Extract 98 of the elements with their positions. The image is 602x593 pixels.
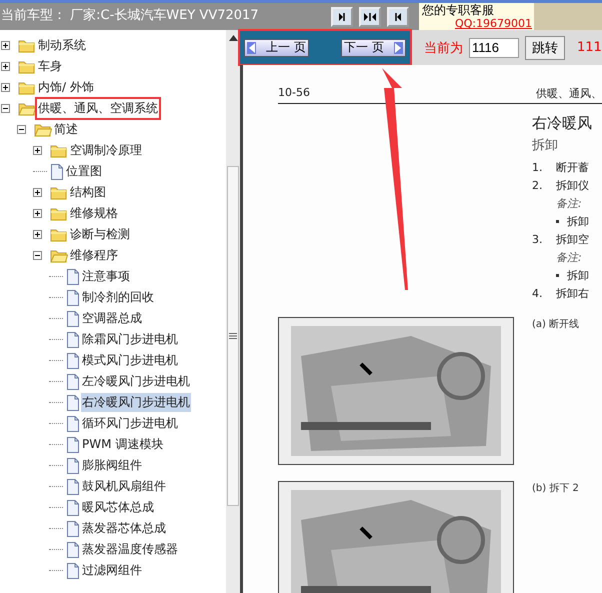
- tree-item[interactable]: 车身: [37, 57, 63, 76]
- page-subheading: 拆卸: [532, 137, 559, 154]
- figure-caption: (a) 断开线: [532, 318, 580, 331]
- tree-item[interactable]: PWM 调速模块: [81, 435, 164, 454]
- tree-item[interactable]: 循环风门步进电机: [81, 414, 179, 433]
- tree-item[interactable]: 模式风门步进电机: [81, 351, 179, 370]
- tree-item[interactable]: 空调制冷原理: [69, 141, 143, 160]
- folder-icon: [50, 185, 68, 200]
- folder-icon: [18, 80, 36, 95]
- tree-item[interactable]: 诊断与检测: [69, 225, 131, 244]
- step-number: 1.: [532, 161, 544, 174]
- service-label: 您的专职客服: [422, 3, 495, 17]
- note-label: 备注:: [555, 196, 582, 211]
- step-number: 4.: [532, 287, 544, 300]
- document-icon: [66, 458, 80, 474]
- document-icon: [66, 500, 80, 516]
- folder-icon: [18, 38, 36, 53]
- tree-item[interactable]: 简述: [53, 120, 79, 139]
- arrow-bar-right-icon[interactable]: [331, 6, 353, 26]
- expand-icon[interactable]: [33, 209, 42, 218]
- scrollbar-thumb[interactable]: [227, 166, 239, 506]
- car-model-title: 当前车型： 厂家:C-长城汽车WEY VV72017: [0, 7, 260, 25]
- tree-item[interactable]: 右冷暖风门步进电机: [81, 393, 191, 412]
- tree-item[interactable]: 鼓风机风扇组件: [81, 477, 167, 496]
- step-text: 拆卸空: [556, 232, 589, 247]
- document-icon: [66, 562, 80, 578]
- expand-icon[interactable]: [1, 83, 10, 92]
- go-button[interactable]: 跳转: [525, 36, 565, 60]
- tree-item[interactable]: 制冷剂的回收: [81, 288, 155, 307]
- tree-item[interactable]: 维修程序: [69, 246, 119, 265]
- expand-icon[interactable]: [33, 188, 42, 197]
- tree-item[interactable]: 内饰/ 外饰: [37, 78, 95, 97]
- document-icon: [50, 164, 64, 180]
- open-folder-icon: [18, 101, 36, 116]
- document-icon: [66, 374, 80, 390]
- document-icon: [66, 352, 80, 368]
- right-arrow-icon: [394, 42, 403, 54]
- tree-item[interactable]: 过滤网组件: [81, 561, 143, 580]
- document-icon: [66, 478, 80, 494]
- document-icon: [66, 268, 80, 284]
- note-label: 备注:: [555, 250, 582, 265]
- expand-icon[interactable]: [1, 62, 10, 71]
- bullet-text: 拆卸: [567, 268, 589, 283]
- bullet-icon: [556, 220, 559, 223]
- expand-icon[interactable]: [1, 41, 10, 50]
- tree-item[interactable]: 空调器总成: [81, 309, 143, 328]
- section-title: 供暖、通风、: [536, 86, 602, 101]
- tree-item[interactable]: 左冷暖风门步进电机: [81, 372, 191, 391]
- bullet-text: 拆卸: [567, 214, 589, 229]
- scrollbar[interactable]: [226, 30, 240, 593]
- step-text: 拆卸右: [556, 286, 589, 301]
- arrow-bar-left-icon[interactable]: [387, 6, 409, 26]
- current-page-label: 当前为: [424, 40, 463, 56]
- tree-item[interactable]: 注意事项: [81, 267, 131, 286]
- tree-item[interactable]: 除霜风门步进电机: [81, 330, 179, 349]
- open-folder-icon: [50, 248, 68, 263]
- image-placeholder: [534, 3, 602, 30]
- tree-item[interactable]: 制动系统: [37, 36, 87, 55]
- step-text: 拆卸仪: [556, 178, 589, 193]
- tree-item[interactable]: 蒸发器芯体总成: [81, 519, 167, 538]
- tree-item[interactable]: 蒸发器温度传感器: [81, 540, 179, 559]
- collapse-icon[interactable]: [1, 104, 10, 113]
- document-icon: [66, 542, 80, 558]
- step-text: 断开蓄: [556, 160, 589, 175]
- collapse-icon[interactable]: [17, 125, 26, 134]
- document-icon: [66, 436, 80, 452]
- document-icon: [66, 290, 80, 306]
- step-number: 2.: [532, 179, 544, 192]
- tree-item[interactable]: 结构图: [69, 183, 107, 202]
- figure-caption: (b) 拆下 2: [532, 482, 580, 495]
- folder-icon: [50, 227, 68, 242]
- folder-icon: [50, 143, 68, 158]
- collapse-icon[interactable]: [33, 251, 42, 260]
- tree-item[interactable]: 维修规格: [69, 204, 119, 223]
- page-heading: 右冷暖风: [532, 114, 593, 133]
- next-page-button[interactable]: 下一 页: [341, 38, 406, 56]
- bullet-icon: [556, 274, 559, 277]
- document-icon: [66, 310, 80, 326]
- step-number: 3.: [532, 233, 544, 246]
- previous-page-button[interactable]: 上一 页: [244, 38, 309, 56]
- total-pages: 111: [577, 40, 602, 55]
- open-folder-icon: [34, 122, 52, 137]
- folder-icon: [18, 59, 36, 74]
- tree-item[interactable]: 位置图: [65, 162, 103, 181]
- document-icon: [66, 394, 80, 410]
- document-icon: [66, 416, 80, 432]
- expand-icon[interactable]: [33, 146, 42, 155]
- document-icon: [66, 332, 80, 348]
- qq-link[interactable]: QQ:19679001: [454, 17, 534, 30]
- document-icon: [66, 520, 80, 536]
- expand-icon[interactable]: [33, 230, 42, 239]
- tree-item[interactable]: 暖风芯体总成: [81, 498, 155, 517]
- page-number-field[interactable]: 1116: [469, 38, 519, 58]
- folder-icon: [50, 206, 68, 221]
- page-number: 10-56: [278, 86, 310, 101]
- tree-item[interactable]: 供暖、通风、空调系统: [37, 99, 159, 118]
- tree-item[interactable]: 膨胀阀组件: [81, 456, 143, 475]
- left-arrow-icon: [247, 42, 256, 54]
